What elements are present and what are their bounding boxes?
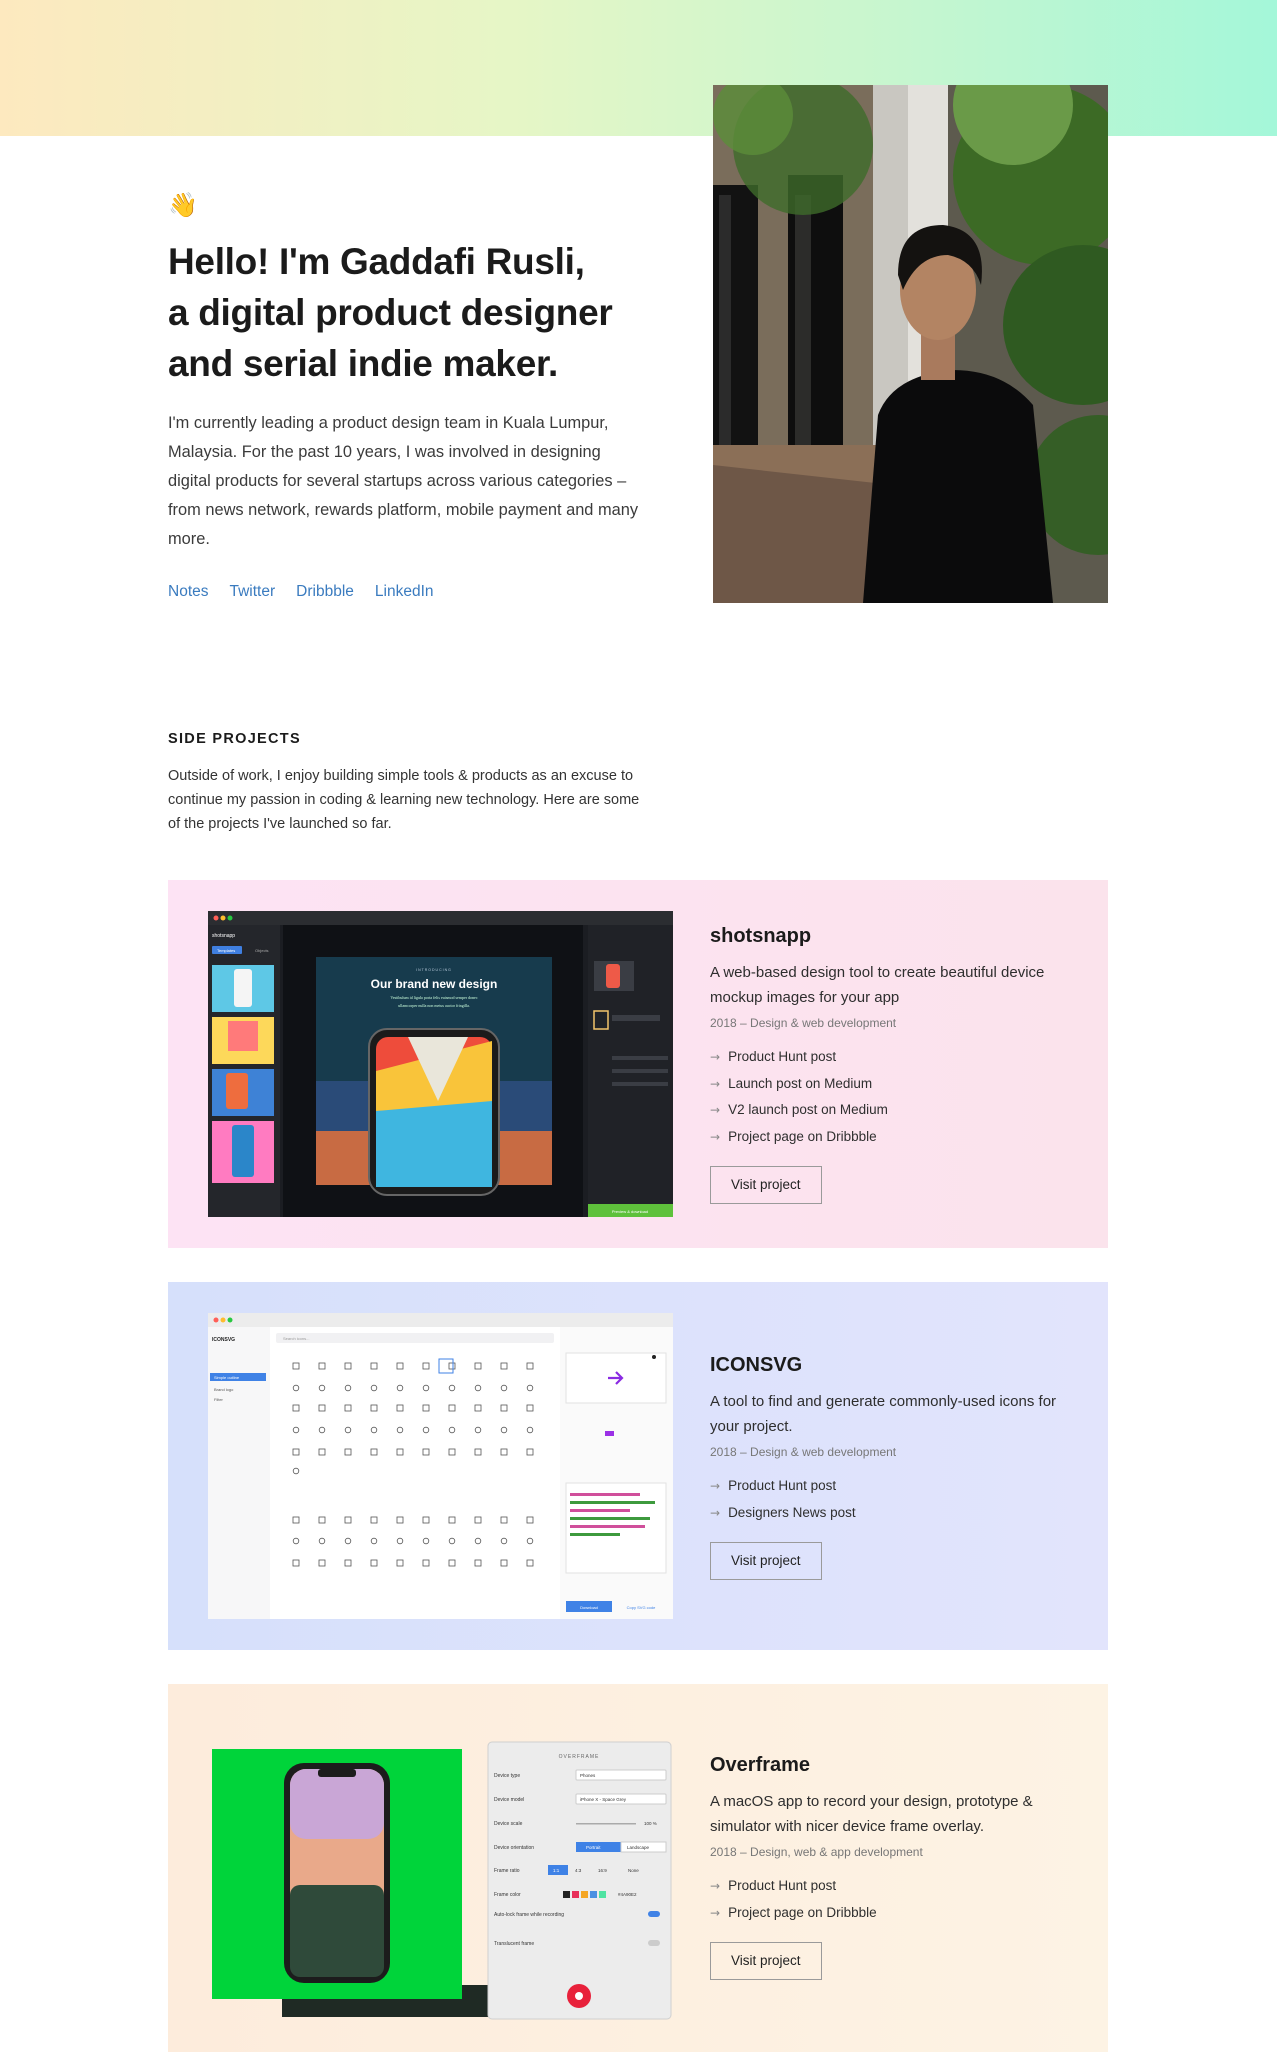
social-links: Notes Twitter Dribbble LinkedIn [168,583,434,601]
iconsvg-nav-filter: Filter [214,1397,224,1402]
project-link-item[interactable]: → Project page on Dribbble [710,1124,1070,1151]
project-link-label: V2 launch post on Medium [728,1102,888,1117]
project-links: → Product Hunt post → Designers News post [710,1473,1070,1526]
iconsvg-nav-outline: Simple outline [214,1375,240,1380]
project-links: → Product Hunt post → Project page on Drib… [710,1873,1070,1926]
project-title: Overframe [710,1754,811,1776]
iconsvg-nav-brand: Brand logo [214,1387,234,1392]
overframe-panel-title: OVERFRAME [559,1754,600,1760]
side-projects-heading: SIDE PROJECTS [168,731,301,747]
visit-project-button[interactable]: Visit project [710,1166,822,1204]
project-title: shotsnapp [710,925,812,947]
arrow-right-icon: → [710,1505,721,1520]
shotsnapp-screenshot: shotsnapp Templates Objects INTRODUCING … [208,911,673,1217]
project-meta: 2018 – Design & web development [710,1445,897,1459]
project-link-label: Product Hunt post [728,1478,837,1493]
dribbble-link[interactable]: Dribbble [296,583,354,601]
arrow-right-icon: → [710,1050,721,1064]
iconsvg-screenshot: ICONSVG Simple outline Brand logo Filter… [208,1313,673,1619]
shotsnapp-cta: Preview & download [612,1209,648,1214]
overframe-row-label: Frame ratio [494,1868,520,1874]
overframe-row-value: Portrait [586,1845,601,1850]
project-description: A web-based design tool to create beauti… [710,964,1045,1006]
project-meta: 2018 – Design, web & app development [710,1845,923,1859]
arrow-right-icon: → [710,1103,721,1117]
visit-project-button[interactable]: Visit project [710,1942,822,1980]
hero-title: Hello! I'm Gaddafi Rusli, a digital prod… [168,236,688,389]
hero-title-line-3: and serial indie maker. [168,343,559,384]
project-link-item[interactable]: → Product Hunt post [710,1873,1070,1900]
overframe-ratio-1: 4:3 [575,1868,582,1873]
project-link-label: Launch post on Medium [728,1075,873,1091]
project-card-shotsnapp: shotsnapp Templates Objects INTRODUCING … [168,880,1108,1248]
project-link-item[interactable]: → Designers News post [710,1500,1070,1527]
iconsvg-app-name: ICONSVG [212,1337,235,1343]
shotsnapp-app-name: shotsnapp [212,933,235,939]
profile-photo [713,85,1108,603]
project-link-label: Product Hunt post [728,1049,837,1064]
overframe-row-value: Phones [580,1773,596,1778]
linkedin-link[interactable]: LinkedIn [375,583,434,601]
project-card-overframe: OVERFRAME Device type Phones Device mode… [168,1684,1108,2052]
overframe-row-value: iPhone X - Space Grey [580,1797,627,1802]
project-link-label: Designers News post [728,1504,856,1520]
project-link-item[interactable]: → Project page on Dribbble [710,1900,1070,1927]
shotsnapp-tab-templates: Templates [217,948,235,953]
hero-bio: I'm currently leading a product design t… [168,414,639,548]
project-card-iconsvg: ICONSVG Simple outline Brand logo Filter… [168,1282,1108,1650]
shotsnapp-tab-objects: Objects [255,948,269,953]
shotsnapp-info: shotsnapp A web-based design tool to cre… [710,925,1070,1204]
arrow-right-icon: → [710,1905,721,1920]
iconsvg-copy: Copy SVG code [627,1605,656,1610]
twitter-link[interactable]: Twitter [230,583,276,601]
project-link-label: Project page on Dribbble [728,1904,877,1920]
waving-hand-icon: 👋 [168,191,198,219]
side-projects-intro: Outside of work, I enjoy building simple… [168,768,640,832]
overframe-row-value: 1:1 [553,1868,560,1873]
notes-link[interactable]: Notes [168,583,209,601]
overframe-screenshot: OVERFRAME Device type Phones Device mode… [208,1715,673,2021]
project-meta: 2018 – Design & web development [710,1016,897,1030]
project-description: A macOS app to record your design, proto… [710,1793,1033,1835]
overframe-row-value: 100 % [644,1821,657,1826]
iconsvg-info: ICONSVG A tool to find and generate comm… [710,1354,1070,1580]
shotsnapp-subline-1: Vestibulum id ligula porta felis euismod… [390,995,477,1000]
arrow-right-icon: → [710,1879,721,1893]
project-links: → Product Hunt post → Launch post on Mediu… [710,1044,1070,1150]
overframe-row-label: Device model [494,1797,524,1803]
project-link-item[interactable]: → Product Hunt post [710,1473,1070,1500]
overframe-row-value: #4A90E2 [618,1892,637,1897]
project-link-item[interactable]: → Product Hunt post [710,1044,1070,1071]
overframe-info: Overframe A macOS app to record your des… [710,1754,1070,1980]
shotsnapp-subline-2: ullamcorper nulla non metus auctor fring… [398,1003,470,1008]
iconsvg-search: Search icons... [283,1336,309,1341]
arrow-right-icon: → [710,1479,721,1493]
project-link-label: Product Hunt post [728,1878,837,1893]
overframe-row-label: Frame color [494,1892,521,1898]
overframe-ratio-2: 16:9 [598,1868,607,1873]
project-link-item[interactable]: → Launch post on Medium [710,1071,1070,1098]
overframe-row-label: Device type [494,1773,520,1779]
project-link-label: Project page on Dribbble [728,1128,877,1144]
overframe-row-label: Device orientation [494,1845,534,1851]
hero-title-line-1: Hello! I'm Gaddafi Rusli, [168,241,585,282]
shotsnapp-introducing: INTRODUCING [416,968,452,972]
hero-title-line-2: a digital product designer [168,292,613,333]
shotsnapp-headline: Our brand new design [371,977,498,991]
project-description: A tool to find and generate commonly-use… [710,1393,1057,1435]
project-link-item[interactable]: → V2 launch post on Medium [710,1097,1070,1124]
project-title: ICONSVG [710,1354,803,1376]
visit-project-button[interactable]: Visit project [710,1542,822,1580]
arrow-right-icon: → [710,1129,721,1144]
overframe-toggle-2: Translucent frame [494,1941,534,1947]
overframe-row-label: Device scale [494,1821,523,1827]
arrow-right-icon: → [710,1076,721,1091]
iconsvg-download: Download [580,1605,598,1610]
overframe-toggle-1: Auto-lock frame while recording [494,1912,564,1918]
overframe-landscape: Landscape [627,1845,650,1850]
overframe-ratio-3: None [628,1868,639,1873]
